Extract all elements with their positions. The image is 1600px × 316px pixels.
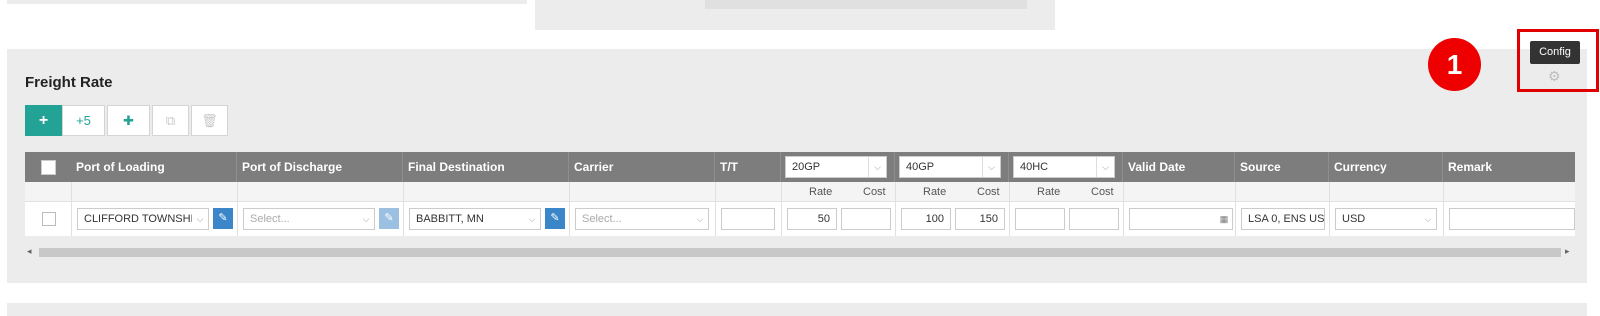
copy-icon: ⧉ [165,112,176,128]
port-of-discharge-select[interactable]: Select... ⌵ [243,208,375,230]
header-carrier[interactable]: Carrier [569,152,715,182]
source-input[interactable]: LSA 0, ENS USD [1241,208,1325,230]
rate-40hc-input[interactable] [1015,208,1065,230]
header-tt[interactable]: T/T [715,152,781,182]
edit-port-of-loading-button[interactable]: ✎ [213,208,233,229]
grid-toolbar: + +5 ✚ ⧉ 🗑 [25,105,230,136]
column-divider [569,182,570,236]
add-five-rows-button[interactable]: +5 [62,105,105,136]
chevron-down-icon: ⌵ [524,209,540,229]
column-divider [781,182,782,236]
column-divider [237,182,238,236]
add-row-button[interactable]: + [25,105,62,136]
container-type-select-2[interactable]: 40GP ⌵ [899,156,1001,178]
header-valid-date[interactable]: Valid Date [1123,152,1235,182]
gear-icon[interactable]: ⚙ [1548,68,1561,85]
edit-final-destination-button[interactable]: ✎ [545,208,565,229]
scroll-right-arrow-icon[interactable]: ▸ [1565,246,1570,257]
subheader-cost: Cost [863,186,886,198]
multi-add-button[interactable]: ✚ [107,105,150,136]
freight-rate-panel: Freight Rate + +5 ✚ ⧉ 🗑 Port of Loading … [7,49,1587,283]
chevron-down-icon: ⌵ [868,157,886,177]
column-divider [1443,182,1444,236]
subheader-cost: Cost [1091,186,1114,198]
final-destination-select[interactable]: BABBITT, MN ⌵ [409,208,541,230]
header-final-destination[interactable]: Final Destination [403,152,569,182]
header-container-40hc: 40HC ⌵ [1009,152,1123,182]
header-port-of-loading[interactable]: Port of Loading [71,152,237,182]
valid-date-input[interactable]: ▦ [1129,208,1233,230]
container-type-select-1[interactable]: 20GP ⌵ [785,156,887,178]
tt-input[interactable] [721,208,775,230]
header-port-of-discharge[interactable]: Port of Discharge [237,152,403,182]
subheader-rate: Rate [1037,186,1061,198]
cost-40gp-input[interactable]: 150 [955,208,1005,230]
rate-40gp-input[interactable]: 100 [901,208,951,230]
header-source[interactable]: Source [1235,152,1329,182]
multi-plus-icon: ✚ [123,112,134,128]
step-badge: 1 [1428,38,1481,91]
row-checkbox[interactable] [42,212,56,226]
subheader-rate: Rate [809,186,833,198]
delete-button[interactable]: 🗑 [191,105,228,136]
header-container-40gp: 40GP ⌵ [895,152,1009,182]
column-divider [1329,182,1330,236]
grid-subheader: Rate Cost Rate Cost Rate Cost [25,182,1575,202]
table-row: CLIFFORD TOWNSHIP ⌵ ✎ Select... ⌵ ✎ BABB… [25,202,1575,236]
subheader-cost: Cost [977,186,1000,198]
chevron-down-icon: ⌵ [692,209,708,229]
container-type-select-3[interactable]: 40HC ⌵ [1013,156,1115,178]
top-left-panel [7,0,527,4]
column-divider [1235,182,1236,236]
header-currency[interactable]: Currency [1329,152,1443,182]
column-divider [895,182,896,236]
column-divider [715,182,716,236]
column-divider [403,182,404,236]
calendar-icon[interactable]: ▦ [1216,209,1232,229]
plus-icon: + [38,111,49,129]
chevron-down-icon: ⌵ [1420,209,1436,229]
scrollbar-thumb[interactable] [39,248,1561,257]
cost-40hc-input[interactable] [1069,208,1119,230]
header-container-20gp: 20GP ⌵ [781,152,895,182]
horizontal-scrollbar[interactable]: ◂ ▸ [25,244,1575,260]
chevron-down-icon: ⌵ [358,209,374,229]
chevron-down-icon: ⌵ [982,157,1000,177]
column-divider [71,182,72,236]
port-of-loading-select[interactable]: CLIFFORD TOWNSHIP ⌵ [77,208,209,230]
chevron-down-icon: ⌵ [192,209,208,229]
header-remark[interactable]: Remark [1443,152,1575,182]
next-panel [7,303,1587,316]
panel-title: Freight Rate [25,74,113,91]
chevron-down-icon: ⌵ [1096,157,1114,177]
edit-port-of-discharge-button[interactable]: ✎ [379,208,399,229]
scroll-left-arrow-icon[interactable]: ◂ [27,246,32,257]
subheader-rate: Rate [923,186,947,198]
grid-header: Port of Loading Port of Discharge Final … [25,152,1575,182]
trash-icon: 🗑 [201,112,218,128]
copy-button[interactable]: ⧉ [152,105,189,136]
freight-rate-grid: Port of Loading Port of Discharge Final … [25,152,1575,236]
column-divider [1009,182,1010,236]
select-all-checkbox[interactable] [41,160,56,175]
config-tooltip: Config [1530,41,1580,64]
currency-select[interactable]: USD ⌵ [1335,208,1437,230]
top-mid-field[interactable] [705,0,1027,9]
rate-20gp-input[interactable]: 50 [787,208,837,230]
column-divider [1123,182,1124,236]
carrier-select[interactable]: Select... ⌵ [575,208,709,230]
cost-20gp-input[interactable] [841,208,891,230]
remark-input[interactable] [1449,208,1575,230]
